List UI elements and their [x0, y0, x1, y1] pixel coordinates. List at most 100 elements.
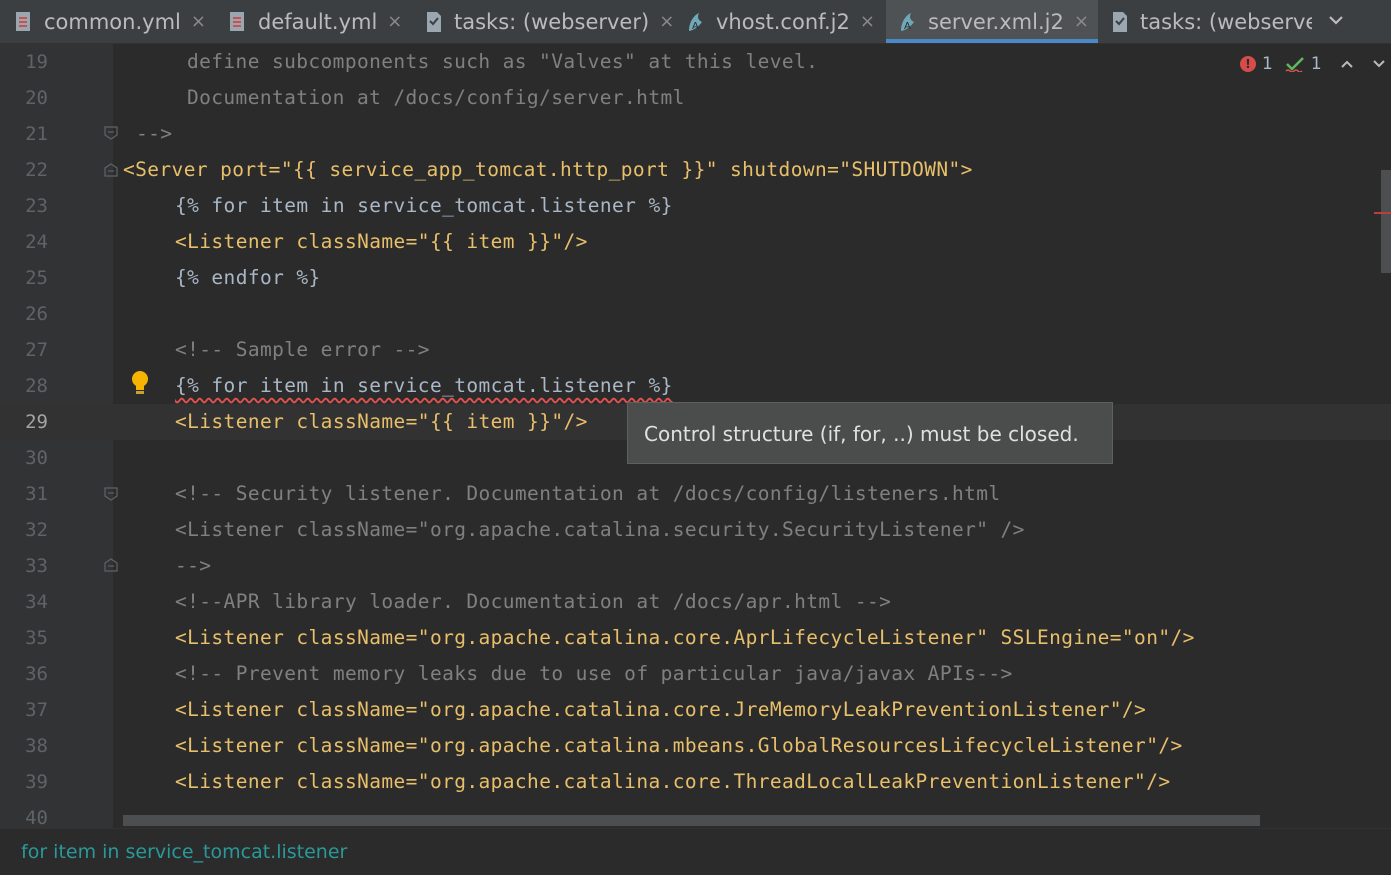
line-number: 26	[25, 303, 48, 325]
line-text: -->	[175, 554, 212, 577]
tab-label: common.yml	[44, 9, 181, 34]
tab-default-yml[interactable]: default.yml ×	[228, 0, 402, 43]
weak-warning-count: 1	[1310, 54, 1322, 74]
line-text: <!--APR library loader. Documentation at…	[175, 590, 892, 613]
line-number: 39	[25, 771, 48, 793]
line-text: <Listener className="org.apache.catalina…	[175, 626, 1195, 649]
code-line: 33 -->	[0, 548, 1391, 584]
lightbulb-icon[interactable]	[130, 370, 150, 396]
yaml-file-icon	[230, 11, 244, 31]
code-line: 31 <!-- Security listener. Documentation…	[0, 476, 1391, 512]
tab-vhost-conf-j2[interactable]: A vhost.conf.j2 ×	[686, 0, 875, 43]
line-text: <Server port="{{ service_app_tomcat.http…	[123, 158, 973, 181]
line-number: 30	[25, 447, 48, 469]
yaml-file-icon	[16, 11, 30, 31]
horizontal-scrollbar[interactable]	[123, 815, 1260, 826]
line-text: <!-- Security listener. Documentation at…	[175, 482, 1001, 505]
code-line: 26	[0, 296, 1391, 332]
tasks-file-icon	[1113, 11, 1127, 32]
tasks-file-icon	[427, 11, 441, 32]
editor-tab-bar: common.yml × default.yml × tasks: (webse…	[0, 0, 1391, 44]
fold-end-icon[interactable]	[104, 126, 118, 140]
chevron-down-icon[interactable]	[1372, 59, 1386, 69]
code-line: 27 <!-- Sample error -->	[0, 332, 1391, 368]
tab-server-xml-j2[interactable]: A server.xml.j2 ×	[886, 0, 1098, 43]
line-text: <Listener className="org.apache.catalina…	[175, 698, 1147, 721]
code-line: 21 -->	[0, 116, 1391, 152]
error-icon: !	[1240, 56, 1256, 72]
tab-label: server.xml.j2	[928, 9, 1064, 34]
line-text: <Listener className="org.apache.catalina…	[175, 518, 1025, 541]
line-number: 38	[25, 735, 48, 757]
line-text-error: {% for item in service_tomcat.listener %…	[175, 374, 673, 397]
line-text: <!-- Prevent memory leaks due to use of …	[175, 662, 1013, 685]
tab-common-yml[interactable]: common.yml ×	[14, 0, 206, 43]
code-line: 36 <!-- Prevent memory leaks due to use …	[0, 656, 1391, 692]
tab-overflow-area	[1312, 0, 1391, 43]
code-line: 34 <!--APR library loader. Documentation…	[0, 584, 1391, 620]
tab-tasks-webserver-2[interactable]: tasks: (webserve	[1110, 0, 1318, 43]
chevron-down-icon[interactable]	[1328, 14, 1344, 26]
line-text: <Listener className="{{ item }}"/>	[175, 230, 588, 253]
line-number: 34	[25, 591, 48, 613]
code-line: 24 <Listener className="{{ item }}"/>	[0, 224, 1391, 260]
chevron-up-icon[interactable]	[1340, 59, 1354, 69]
line-number: 29	[25, 411, 48, 433]
svg-text:A: A	[904, 21, 911, 32]
close-icon[interactable]: ×	[860, 11, 875, 32]
vertical-scrollbar[interactable]	[1381, 170, 1391, 273]
close-icon[interactable]: ×	[191, 11, 206, 32]
line-number: 28	[25, 375, 48, 397]
line-number: 35	[25, 627, 48, 649]
line-text: <Listener className="org.apache.catalina…	[175, 734, 1183, 757]
code-line: 32 <Listener className="org.apache.catal…	[0, 512, 1391, 548]
line-number: 31	[25, 483, 48, 505]
code-line-error: 28 {% for item in service_tomcat.listene…	[0, 368, 1391, 404]
code-line: 38 <Listener className="org.apache.catal…	[0, 728, 1391, 764]
line-number: 22	[25, 159, 48, 181]
line-text: <Listener className="{{ item }}"/>	[175, 410, 588, 433]
fold-end-icon[interactable]	[104, 558, 118, 572]
line-text: <!-- Sample error -->	[175, 338, 430, 361]
code-line: 23 {% for item in service_tomcat.listene…	[0, 188, 1391, 224]
line-number: 36	[25, 663, 48, 685]
line-number: 24	[25, 231, 48, 253]
line-text: define subcomponents such as "Valves" at…	[187, 50, 819, 73]
inspection-widget[interactable]: ! 1 1	[1240, 52, 1386, 76]
error-stripe-marker[interactable]	[1374, 212, 1391, 214]
close-icon[interactable]: ×	[387, 11, 402, 32]
breadcrumb[interactable]: for item in service_tomcat.listener	[21, 829, 347, 875]
tab-label: tasks: (webserve	[1140, 9, 1319, 34]
error-tooltip: Control structure (if, for, ..) must be …	[627, 402, 1113, 464]
line-number: 27	[25, 339, 48, 361]
code-line: 20 Documentation at /docs/config/server.…	[0, 80, 1391, 116]
code-line: 37 <Listener className="org.apache.catal…	[0, 692, 1391, 728]
line-number: 19	[25, 51, 48, 73]
close-icon[interactable]: ×	[659, 11, 674, 32]
line-text: {% endfor %}	[175, 266, 321, 289]
fold-start-icon[interactable]	[104, 487, 118, 501]
code-line: 19 define subcomponents such as "Valves"…	[0, 44, 1391, 80]
line-number: 21	[25, 123, 48, 145]
line-number: 23	[25, 195, 48, 217]
breadcrumb-bar: for item in service_tomcat.listener	[0, 828, 1391, 867]
code-line: 39 <Listener className="org.apache.catal…	[0, 764, 1391, 800]
code-line: 22 <Server port="{{ service_app_tomcat.h…	[0, 152, 1391, 188]
line-number: 25	[25, 267, 48, 289]
tab-tasks-webserver[interactable]: tasks: (webserver) ×	[424, 0, 674, 43]
error-count: 1	[1262, 54, 1273, 74]
tab-label: vhost.conf.j2	[716, 9, 850, 34]
line-number: 37	[25, 699, 48, 721]
tab-label: tasks: (webserver)	[454, 9, 650, 34]
line-number: 20	[25, 87, 48, 109]
weak-warning-icon	[1285, 57, 1304, 72]
fold-start-icon[interactable]	[104, 163, 118, 177]
close-icon[interactable]: ×	[1074, 11, 1089, 32]
tab-label: default.yml	[258, 9, 378, 34]
line-text: {% for item in service_tomcat.listener %…	[175, 194, 673, 217]
line-text: <Listener className="org.apache.catalina…	[175, 770, 1171, 793]
line-text: -->	[136, 122, 173, 145]
code-line: 25 {% endfor %}	[0, 260, 1391, 296]
line-text: Documentation at /docs/config/server.htm…	[187, 86, 685, 109]
line-number: 33	[25, 555, 48, 577]
